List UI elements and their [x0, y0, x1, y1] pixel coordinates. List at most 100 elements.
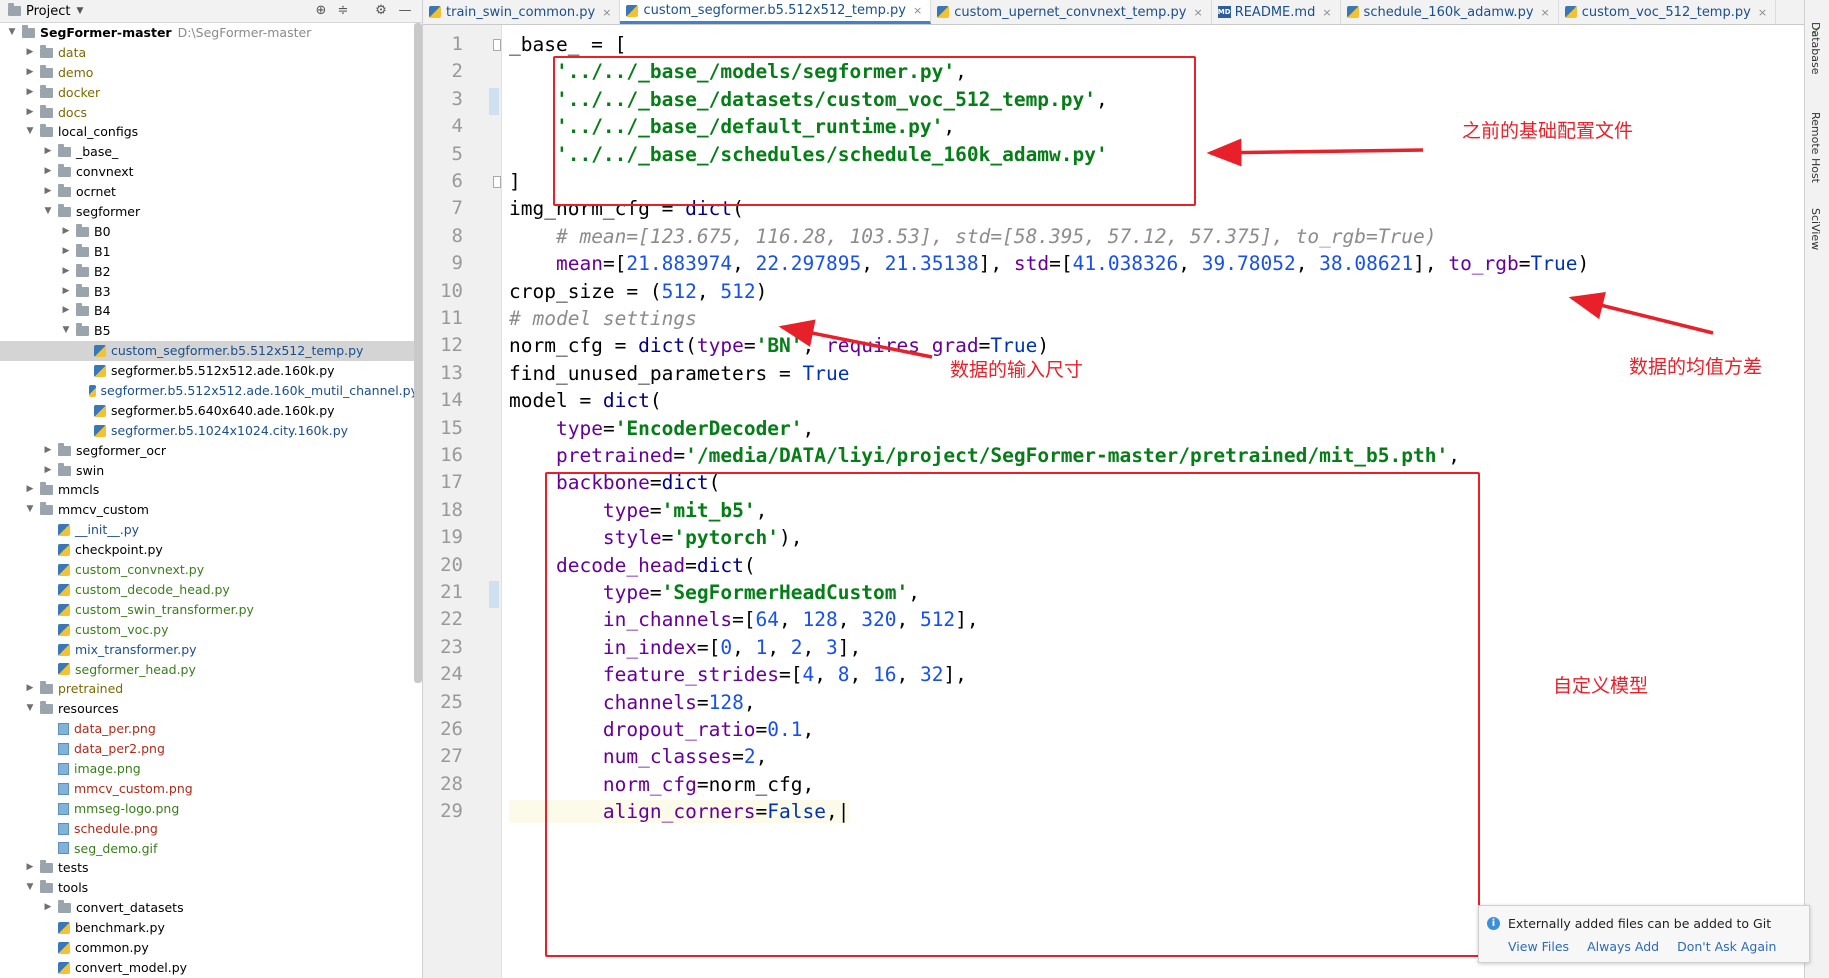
tree-folder[interactable]: ▼ mmcv_custom [0, 500, 418, 520]
chevron-right-icon[interactable]: ▶ [42, 142, 54, 162]
collapse-all-icon[interactable]: ≑ [334, 2, 352, 20]
tree-file[interactable]: mmseg-logo.png [0, 799, 418, 819]
code-line[interactable]: pretrained='/media/DATA/liyi/project/Seg… [509, 444, 1460, 467]
tree-folder[interactable]: ▶ B0 [0, 222, 418, 242]
chevron-right-icon[interactable]: ▶ [24, 480, 36, 500]
tree-folder[interactable]: ▶ B4 [0, 301, 418, 321]
code-line[interactable]: type='EncoderDecoder', [509, 417, 814, 440]
gear-icon[interactable]: ⚙ [372, 2, 390, 20]
chevron-down-icon[interactable]: ▼ [60, 321, 72, 341]
chevron-right-icon[interactable]: ▶ [42, 441, 54, 461]
tree-folder[interactable]: ▶ B1 [0, 242, 418, 262]
chevron-right-icon[interactable]: ▶ [24, 858, 36, 878]
vcs-change-marker[interactable] [489, 87, 499, 116]
code-line[interactable]: # mean=[123.675, 116.28, 103.53], std=[5… [509, 225, 1437, 248]
hide-panel-icon[interactable]: — [396, 2, 414, 20]
tree-folder[interactable]: ▶ convert_datasets [0, 898, 418, 918]
chevron-right-icon[interactable]: ▶ [60, 242, 72, 262]
always-add-link[interactable]: Always Add [1587, 939, 1659, 954]
tree-folder[interactable]: ▶ ocrnet [0, 182, 418, 202]
chevron-right-icon[interactable]: ▶ [24, 679, 36, 699]
close-icon[interactable]: × [602, 6, 611, 19]
fold-icon[interactable] [493, 39, 501, 51]
vcs-change-marker[interactable] [489, 581, 499, 609]
tree-folder[interactable]: ▼ local_configs [0, 122, 418, 142]
tree-folder[interactable]: ▼ tools [0, 878, 418, 898]
chevron-right-icon[interactable]: ▶ [60, 282, 72, 302]
tree-file[interactable]: mmcv_custom.png [0, 779, 418, 799]
code-line[interactable]: norm_cfg = dict(type='BN', requires_grad… [509, 334, 1049, 357]
tree-folder[interactable]: ▼ segformer [0, 202, 418, 222]
tree-file[interactable]: segformer.b5.512x512.ade.160k.py [0, 361, 418, 381]
tree-file[interactable]: segformer_head.py [0, 660, 418, 680]
tree-file[interactable]: benchmark.py [0, 918, 418, 938]
chevron-right-icon[interactable]: ▶ [42, 162, 54, 182]
tree-file[interactable]: seg_demo.gif [0, 839, 418, 859]
editor-tab[interactable]: custom_upernet_convnext_temp.py × [931, 0, 1212, 24]
code-line[interactable]: # model settings [509, 307, 697, 330]
tree-folder[interactable]: ▶ convnext [0, 162, 418, 182]
tree-folder[interactable]: ▼ SegFormer-master D:\SegFormer-master [0, 23, 418, 43]
editor-tab[interactable]: custom_segformer.b5.512x512_temp.py × [620, 0, 932, 24]
chevron-right-icon[interactable]: ▶ [24, 63, 36, 83]
database-tool-tab[interactable]: Database [1809, 22, 1822, 75]
fold-icon[interactable] [493, 176, 501, 188]
close-icon[interactable]: × [1758, 6, 1767, 19]
code-line[interactable]: crop_size = (512, 512) [509, 280, 767, 303]
tree-folder[interactable]: ▶ swin [0, 461, 418, 481]
tree-file[interactable]: segformer.b5.512x512.ade.160k_mutil_chan… [0, 381, 418, 401]
dont-ask-again-link[interactable]: Don't Ask Again [1677, 939, 1776, 954]
tree-file[interactable]: data_per2.png [0, 739, 418, 759]
tree-file[interactable]: __init__.py [0, 520, 418, 540]
tree-file[interactable]: custom_convnext.py [0, 560, 418, 580]
chevron-right-icon[interactable]: ▶ [60, 301, 72, 321]
tree-file[interactable]: custom_voc.py [0, 620, 418, 640]
editor-tab[interactable]: custom_voc_512_temp.py × [1559, 0, 1777, 24]
chevron-down-icon[interactable]: ▼ [24, 699, 36, 719]
chevron-right-icon[interactable]: ▶ [24, 43, 36, 63]
tree-file[interactable]: image.png [0, 759, 418, 779]
editor-tab[interactable]: schedule_160k_adamw.py × [1341, 0, 1559, 24]
close-icon[interactable]: × [1541, 6, 1550, 19]
chevron-right-icon[interactable]: ▶ [42, 461, 54, 481]
tree-file[interactable]: custom_swin_transformer.py [0, 600, 418, 620]
editor-tab[interactable]: train_swin_common.py × [423, 0, 621, 24]
tree-file[interactable]: schedule.png [0, 819, 418, 839]
code-line[interactable]: mean=[21.883974, 22.297895, 21.35138], s… [509, 252, 1589, 275]
tree-folder[interactable]: ▶ docker [0, 83, 418, 103]
tree-folder[interactable]: ▶ segformer_ocr [0, 441, 418, 461]
chevron-down-icon[interactable]: ▼ [24, 878, 36, 898]
chevron-right-icon[interactable]: ▶ [24, 103, 36, 123]
chevron-right-icon[interactable]: ▶ [60, 222, 72, 242]
tree-folder[interactable]: ▶ tests [0, 858, 418, 878]
project-view-selector[interactable]: Project ▼ [0, 3, 83, 19]
tree-file[interactable]: segformer.b5.640x640.ade.160k.py [0, 401, 418, 421]
locate-file-icon[interactable]: ⊕ [312, 2, 330, 20]
editor-tab[interactable]: MD README.md × [1212, 0, 1341, 24]
tree-folder[interactable]: ▶ _base_ [0, 142, 418, 162]
chevron-right-icon[interactable]: ▶ [60, 262, 72, 282]
tree-folder[interactable]: ▶ docs [0, 103, 418, 123]
chevron-down-icon[interactable]: ▼ [24, 500, 36, 520]
tree-file[interactable]: checkpoint.py [0, 540, 418, 560]
tree-folder[interactable]: ▶ data [0, 43, 418, 63]
tree-file[interactable]: custom_decode_head.py [0, 580, 418, 600]
chevron-right-icon[interactable]: ▶ [24, 83, 36, 103]
tree-folder[interactable]: ▶ B3 [0, 282, 418, 302]
close-icon[interactable]: × [1322, 6, 1331, 19]
tree-folder[interactable]: ▼ resources [0, 699, 418, 719]
tree-folder[interactable]: ▶ mmcls [0, 480, 418, 500]
tree-file[interactable]: mix_transformer.py [0, 640, 418, 660]
close-icon[interactable]: × [913, 4, 922, 17]
chevron-down-icon[interactable]: ▼ [24, 122, 36, 142]
chevron-down-icon[interactable]: ▼ [6, 23, 18, 43]
tree-folder[interactable]: ▼ B5 [0, 321, 418, 341]
tree-file[interactable]: segformer.b5.1024x1024.city.160k.py [0, 421, 418, 441]
view-files-link[interactable]: View Files [1508, 939, 1569, 954]
remote-host-tool-tab[interactable]: Remote Host [1809, 112, 1822, 183]
tree-file[interactable]: common.py [0, 938, 418, 958]
tree-folder[interactable]: ▶ pretrained [0, 679, 418, 699]
project-scrollbar[interactable] [414, 23, 422, 683]
code-line[interactable]: model = dict( [509, 389, 662, 412]
sciview-tool-tab[interactable]: SciView [1809, 208, 1822, 250]
